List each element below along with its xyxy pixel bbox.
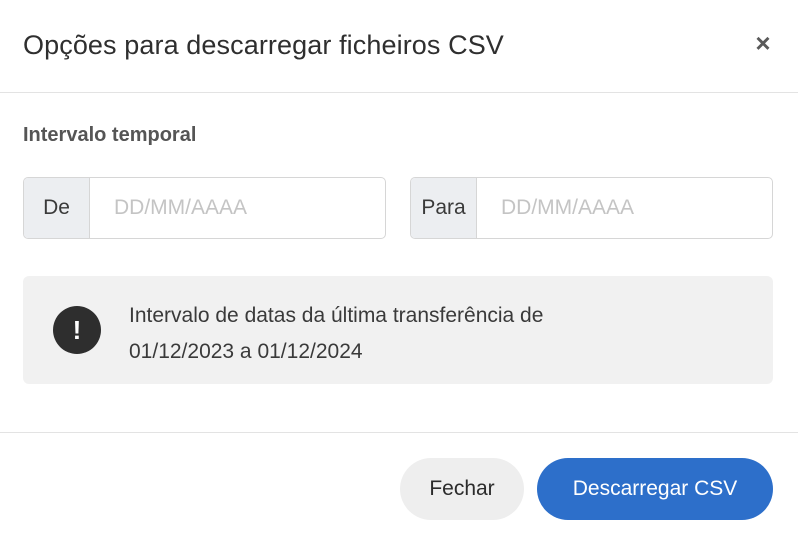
dialog-title: Opções para descarregar ficheiros CSV <box>23 30 504 60</box>
from-addon-label: De <box>24 178 90 238</box>
close-icon[interactable]: × <box>748 28 778 58</box>
from-date-group: De <box>23 177 386 239</box>
notice-line-2: 01/12/2023 a 01/12/2024 <box>129 340 363 363</box>
last-transfer-notice: ! Intervalo de datas da última transferê… <box>23 276 773 384</box>
download-csv-button[interactable]: Descarregar CSV <box>537 458 773 520</box>
dialog-header: Opções para descarregar ficheiros CSV × <box>0 0 798 93</box>
from-date-input[interactable] <box>90 178 385 238</box>
notice-text: Intervalo de datas da última transferênc… <box>129 298 749 370</box>
to-date-group: Para <box>410 177 773 239</box>
csv-download-dialog: Opções para descarregar ficheiros CSV × … <box>0 0 798 542</box>
dialog-footer: Fechar Descarregar CSV <box>0 432 798 542</box>
to-addon-label: Para <box>411 178 477 238</box>
exclamation-icon: ! <box>53 306 101 354</box>
interval-label: Intervalo temporal <box>23 124 197 146</box>
close-button[interactable]: Fechar <box>400 458 524 520</box>
notice-line-1: Intervalo de datas da última transferênc… <box>129 304 544 327</box>
to-date-input[interactable] <box>477 178 772 238</box>
